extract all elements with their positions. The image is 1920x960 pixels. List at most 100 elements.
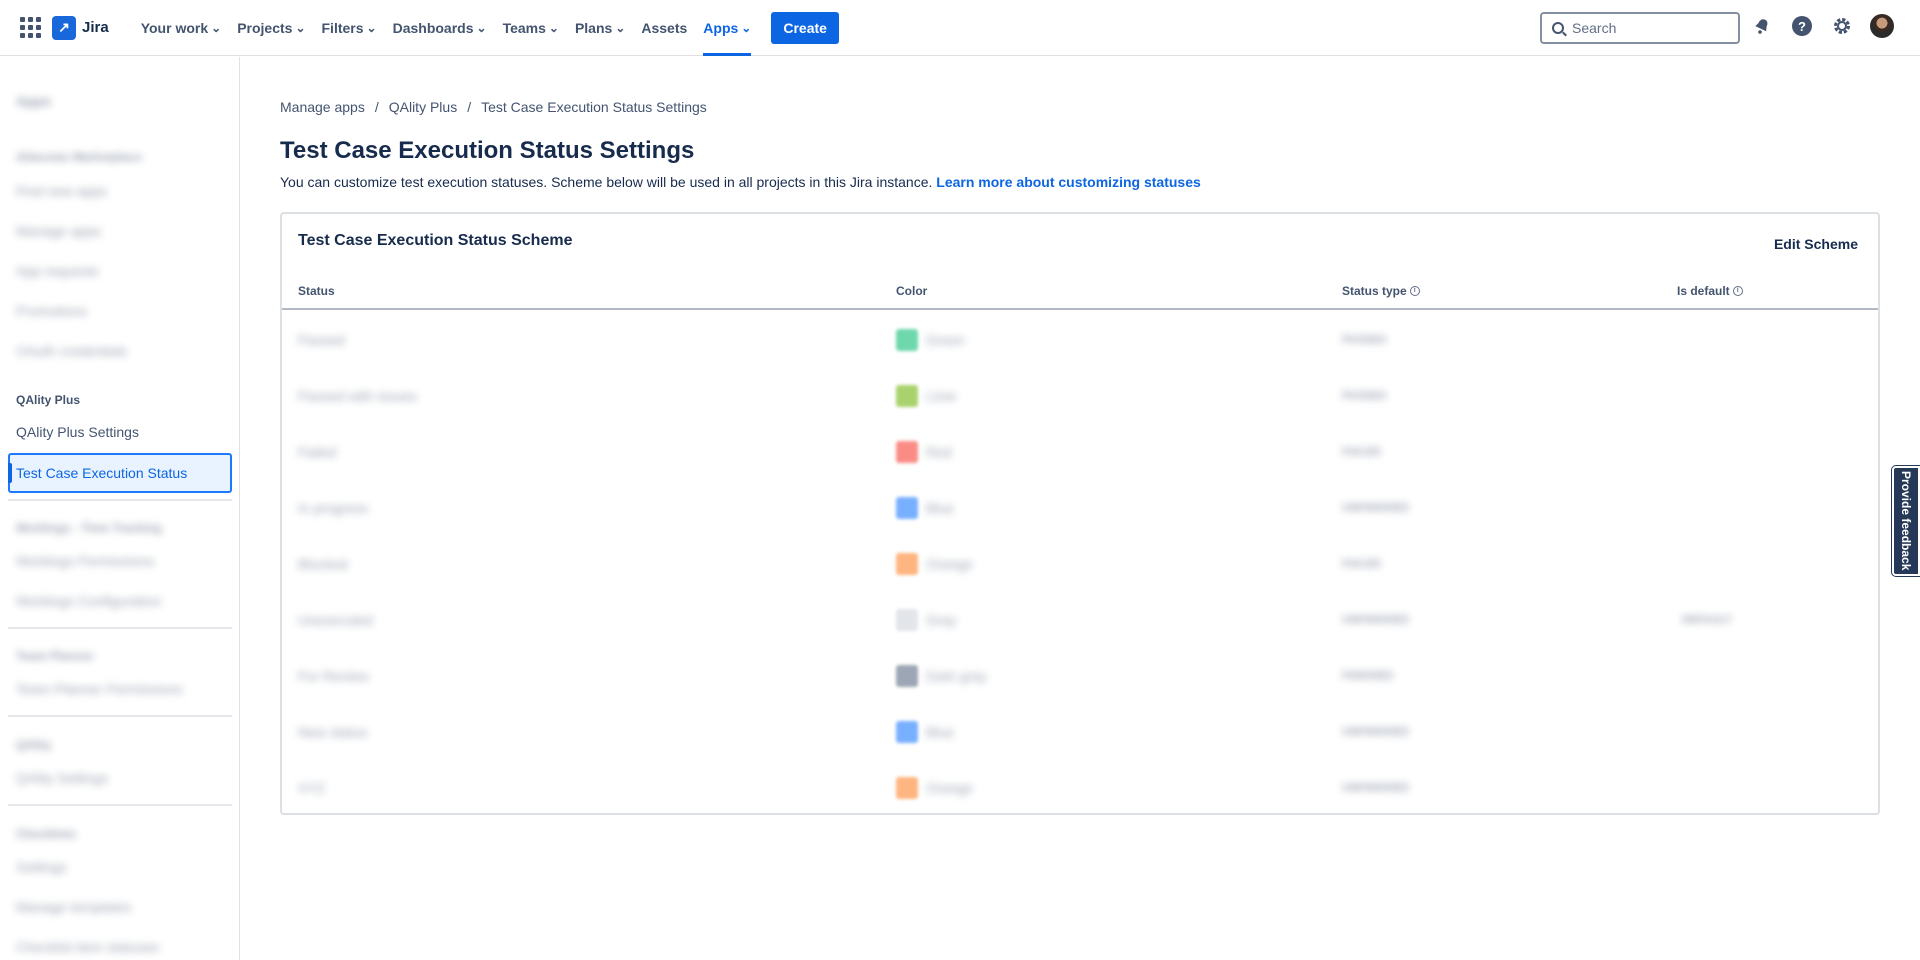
jira-logo[interactable]: ↗ Jira [52,15,109,40]
nav-item-label: Dashboards [392,19,474,36]
sidebar-item-test-case-execution-status[interactable]: Test Case Execution Status [8,453,232,493]
nav-item-label: Filters [321,19,364,36]
color-cell: Dark gray [896,648,987,704]
table-row: For Review Dark gray FINISHED [282,648,1878,704]
breadcrumb-item[interactable]: QAlity Plus [389,99,457,115]
nav-item-teams[interactable]: Teams ⌄ [495,0,567,56]
chevron-down-icon: ⌄ [741,20,752,35]
sidebar-divider [8,715,232,717]
status-type-lozenge: UNFINISHED [1342,502,1410,514]
status-type-lozenge: UNFINISHED [1342,782,1410,794]
status-type-lozenge: FINISHED [1342,670,1394,682]
sidebar-item-manage-apps[interactable]: Manage apps [16,223,101,239]
sidebar-section-heading: QAlity Plus [16,393,81,407]
column-header-is-default: Is default i [1677,284,1743,298]
edit-scheme-button[interactable]: Edit Scheme [1774,236,1858,252]
settings-icon[interactable] [1830,14,1854,38]
app-switcher-icon[interactable] [18,16,42,40]
provide-feedback-button[interactable]: Provide feedback [1892,466,1920,576]
status-type-lozenge: PASSED [1342,334,1387,346]
notifications-icon[interactable] [1750,14,1774,38]
sidebar-item-qality-plus-settings[interactable]: QAlity Plus Settings [16,424,139,440]
sidebar-section-heading: Atlassian Marketplace [16,150,143,164]
color-cell: Green [896,312,965,368]
color-swatch [896,329,918,351]
table-row: New status Blue UNFINISHED [282,704,1878,760]
info-icon[interactable]: i [1732,286,1743,296]
chevron-down-icon: ⌄ [615,20,626,35]
chevron-down-icon: ⌄ [548,20,559,35]
nav-item-your-work[interactable]: Your work ⌄ [133,0,229,56]
nav-item-assets[interactable]: Assets [633,0,695,56]
sidebar-section-heading: Worklogs - Time Tracking [16,521,162,535]
info-icon[interactable]: i [1409,286,1420,296]
color-swatch [896,609,918,631]
chevron-down-icon: ⌄ [211,20,222,35]
status-name: Failed [298,444,337,460]
sidebar-item-find-new-apps[interactable]: Find new apps [16,183,107,199]
status-name: Passed with issues [298,388,418,404]
sidebar-section-heading: Checklists [16,827,77,841]
sidebar-item-checklist-settings[interactable]: Settings [16,859,67,875]
search-placeholder: Search [1572,20,1617,36]
sidebar-section-heading: QAlity [16,738,52,752]
sidebar: Apps Atlassian Marketplace Find new apps… [0,57,240,960]
sidebar-item-checklist-item-statuses[interactable]: Checklist item statuses [16,939,159,955]
learn-more-link[interactable]: Learn more about customizing statuses [936,174,1201,190]
color-swatch [896,665,918,687]
sidebar-item-label: Test Case Execution Status [16,465,188,481]
status-name-cell: Passed with issues [298,368,417,424]
breadcrumb: Manage apps / QAlity Plus / Test Case Ex… [280,99,707,115]
column-header-status-type: Status type i [1342,284,1420,298]
sidebar-item-oauth-credentials[interactable]: OAuth credentials [16,343,127,359]
search-icon [1552,22,1564,34]
sidebar-item-team-planner-permissions[interactable]: Team Planner Permissions [16,681,183,697]
table-row: Passed Green PASSED [282,312,1878,368]
sidebar-item-promotions[interactable]: Promotions [16,303,87,319]
is-default-cell: DEFAULT [1682,592,1732,648]
color-name: Orange [926,556,973,572]
nav-item-plans[interactable]: Plans ⌄ [567,0,633,56]
nav-item-apps[interactable]: Apps ⌄ [695,0,759,56]
sidebar-item-worklogs-permissions[interactable]: Worklogs Permissions [16,553,154,569]
primary-nav: Your work ⌄ Projects ⌄ Filters ⌄ Dashboards ⌄ Te… [133,0,760,56]
page-description: You can customize test execution statuse… [280,174,1201,190]
search-input[interactable]: Search [1540,12,1740,44]
table-row: Passed with issues Lime PASSED [282,368,1878,424]
chevron-down-icon: ⌄ [295,20,306,35]
help-icon[interactable]: ? [1790,14,1814,38]
color-cell: Blue [896,704,954,760]
sidebar-item-app-requests[interactable]: App requests [16,263,99,279]
sidebar-divider [8,804,232,806]
color-cell: Orange [896,536,973,592]
breadcrumb-item[interactable]: Test Case Execution Status Settings [481,99,707,115]
nav-item-projects[interactable]: Projects ⌄ [229,0,313,56]
sidebar-item-worklogs-configuration[interactable]: Worklogs Configuration [16,593,161,609]
column-header-color: Color [896,284,928,298]
color-name: Gray [926,612,957,628]
color-name: Red [926,444,952,460]
status-name: Blocked [298,556,348,572]
sidebar-section-heading: Team Planner [16,649,94,663]
status-name: For Review [298,668,369,684]
table-row: XYZ Orange UNFINISHED [282,760,1878,816]
color-swatch [896,553,918,575]
nav-item-label: Plans [574,19,613,36]
create-button[interactable]: Create [771,11,839,44]
status-type-cell: FAILED [1342,424,1381,480]
color-name: Blue [926,724,955,740]
table-row: In progress Blue UNFINISHED [282,480,1878,536]
color-name: Green [926,332,965,348]
status-type-lozenge: FAILED [1342,446,1382,458]
sidebar-item-qality-settings[interactable]: QAlity Settings [16,770,108,786]
description-text: You can customize test execution statuse… [280,174,933,190]
status-type-cell: UNFINISHED [1342,704,1409,760]
nav-item-filters[interactable]: Filters ⌄ [314,0,385,56]
nav-item-dashboards[interactable]: Dashboards ⌄ [385,0,495,56]
breadcrumb-separator: / [467,99,472,115]
breadcrumb-item[interactable]: Manage apps [280,99,365,115]
sidebar-item-manage-templates[interactable]: Manage templates [16,899,131,915]
avatar[interactable] [1870,14,1894,38]
status-type-cell: FAILED [1342,536,1381,592]
nav-item-label: Projects [237,19,293,36]
